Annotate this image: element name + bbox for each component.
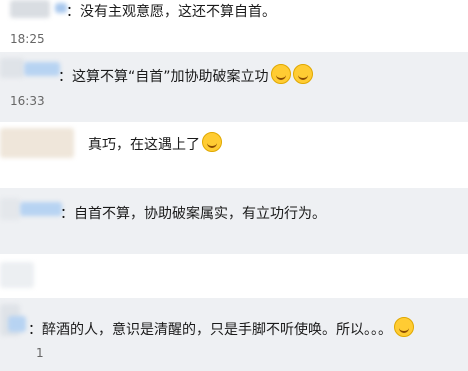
comment-row-1: ：没有主观意愿，这还不算自首。 18:25	[0, 0, 468, 52]
comment-row-2: ：这算不算“自首”加协助破案立功 16:33	[0, 52, 468, 122]
comment-text: ：醉酒的人，意识是清醒的，只是手脚不听使唤。所以。。。	[28, 317, 414, 339]
timestamp: 18:25	[10, 32, 45, 46]
grin-emoji-icon	[270, 64, 291, 84]
avatar-blurred	[10, 0, 50, 18]
avatar-blurred	[0, 58, 24, 78]
username-blurred	[8, 316, 26, 332]
comment-row-6: ：醉酒的人，意识是清醒的，只是手脚不听使唤。所以。。。 1	[0, 298, 468, 371]
laugh-emoji-icon	[202, 132, 222, 152]
comment-text-content: 真巧，在这遇上了	[88, 137, 200, 153]
yum-emoji-icon	[292, 64, 313, 84]
timestamp: 1	[36, 346, 44, 360]
sweat-emoji-icon	[394, 317, 414, 337]
username-blurred	[24, 62, 60, 76]
comment-row-3: 真巧，在这遇上了	[0, 122, 468, 188]
comment-text: ：没有主观意愿，这还不算自首。	[66, 4, 276, 20]
comment-row-4: ：自首不算，协助破案属实，有立功行为。	[0, 188, 468, 254]
avatar-blurred	[0, 262, 34, 288]
avatar-blurred	[0, 198, 20, 220]
comment-text-content: ：醉酒的人，意识是清醒的，只是手脚不听使唤。所以。。。	[28, 322, 392, 338]
comment-text-content: ：这算不算“自首”加协助破案立功	[58, 69, 269, 85]
username-blurred	[20, 202, 62, 216]
comment-text: ：这算不算“自首”加协助破案立功	[58, 64, 313, 86]
avatar-blurred	[0, 128, 74, 158]
comment-text: ：自首不算，协助破案属实，有立功行为。	[60, 206, 326, 222]
comment-row-5	[0, 254, 468, 298]
timestamp: 16:33	[10, 94, 45, 108]
comment-text: 真巧，在这遇上了	[88, 132, 222, 154]
